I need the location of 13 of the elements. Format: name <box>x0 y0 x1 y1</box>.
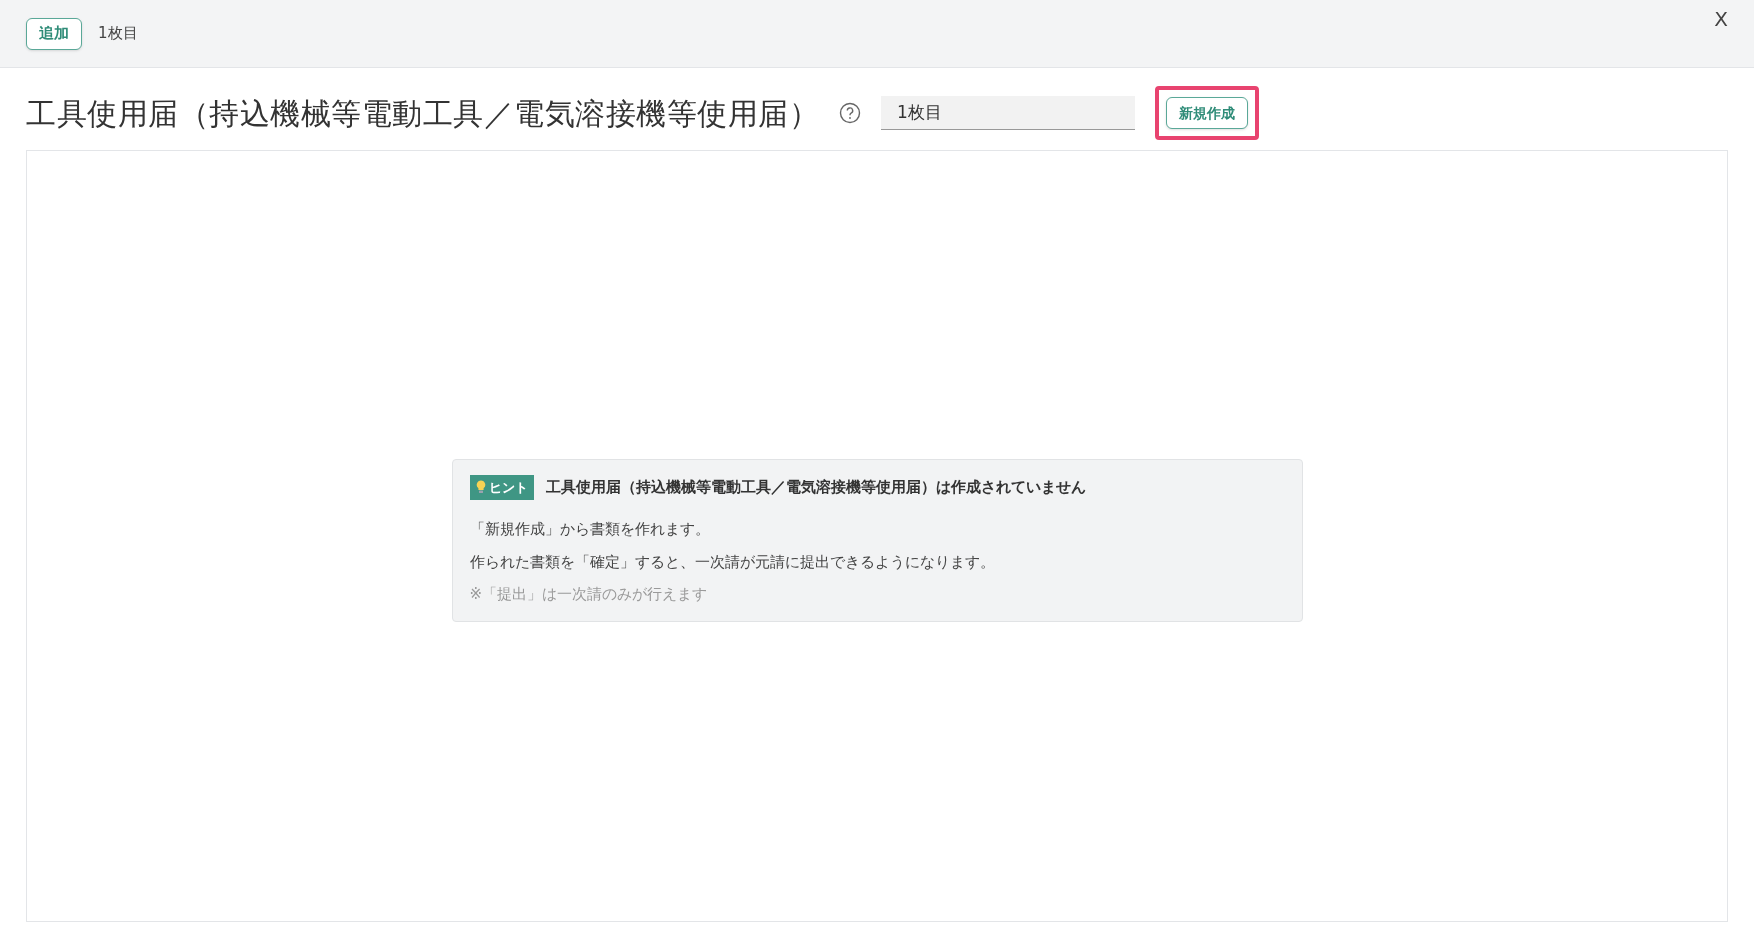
page-title: 工具使用届（持込機械等電動工具／電気溶接機等使用届） <box>26 94 819 133</box>
hint-note: ※「提出」は一次請のみが行えます <box>469 584 709 605</box>
close-button[interactable]: X <box>1714 4 1728 34</box>
sheet-label: 1枚目 <box>98 23 138 45</box>
hint-text: 「新規作成」から書類を作れます。 <box>469 519 711 540</box>
hint-badge: ヒント <box>469 474 534 500</box>
lightbulb-icon <box>475 480 486 495</box>
sheet-select[interactable]: 1枚目 <box>881 96 1135 130</box>
hint-title: 工具使用届（持込機械等電動工具／電気溶接機等使用届）は作成されていません <box>545 477 1086 498</box>
help-icon[interactable] <box>839 102 861 124</box>
add-button[interactable]: 追加 <box>26 17 82 50</box>
hint-text: 作られた書類を「確定」すると、一次請が元請に提出できるようになります。 <box>469 551 996 573</box>
new-button[interactable]: 新規作成 <box>1166 97 1248 129</box>
